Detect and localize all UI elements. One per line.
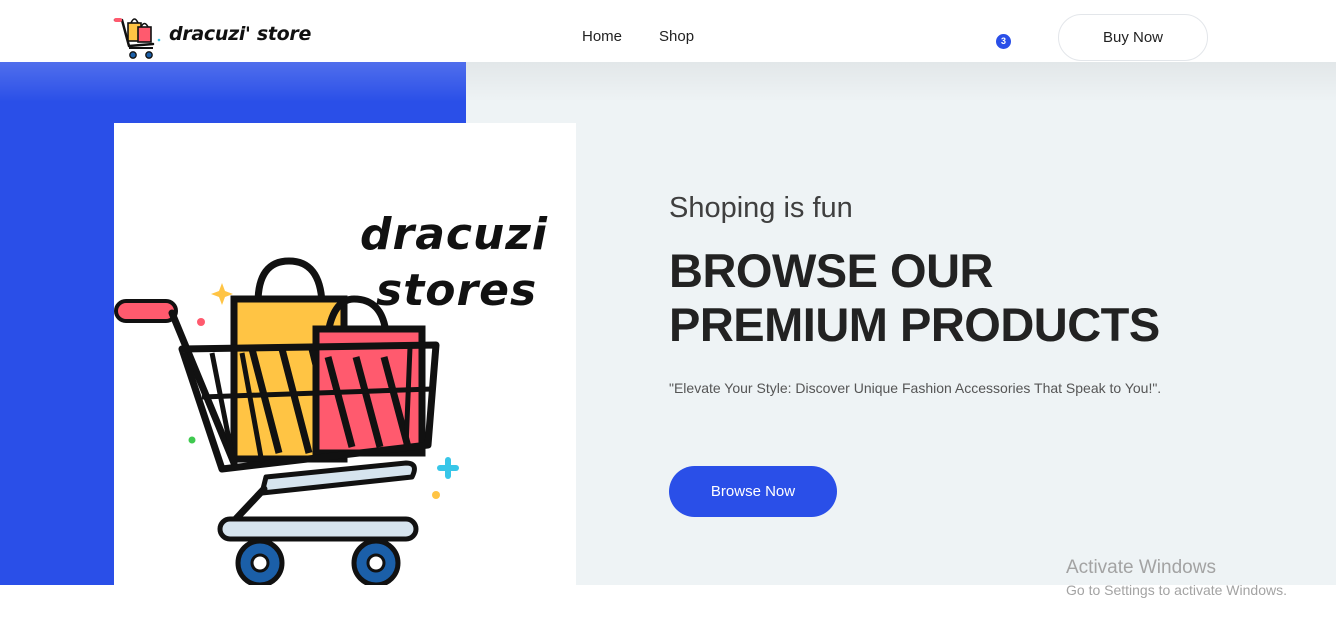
activate-windows-subtitle: Go to Settings to activate Windows. xyxy=(1066,582,1287,598)
page: dracuzi' store Home Shop 3 Buy Now dracu… xyxy=(0,0,1336,631)
activate-windows-title: Activate Windows xyxy=(1066,557,1216,578)
shopping-cart-logo-icon xyxy=(113,18,161,59)
hero-tagline: "Elevate Your Style: Discover Unique Fas… xyxy=(669,380,1162,396)
shopping-cart-illustration xyxy=(114,257,459,585)
hero-subtitle: Shoping is fun xyxy=(669,192,853,224)
accent-block-shadow xyxy=(0,62,466,102)
hero-headline-line-2: PREMIUM PRODUCTS xyxy=(669,298,1160,351)
cart-count-badge[interactable]: 3 xyxy=(996,34,1011,49)
hero-headline-line-1: BROWSE OUR xyxy=(669,244,993,297)
nav-link-shop[interactable]: Shop xyxy=(659,28,694,45)
image-brand-line-2: stores xyxy=(376,265,538,316)
browse-now-button[interactable]: Browse Now xyxy=(669,466,837,517)
main-nav: Home Shop xyxy=(582,28,731,45)
brand-logo[interactable]: dracuzi' store xyxy=(113,14,311,62)
sparkle-icon xyxy=(211,283,233,305)
hero-headline: BROWSE OUR PREMIUM PRODUCTS xyxy=(669,244,1160,352)
nav-link-home[interactable]: Home xyxy=(582,28,622,45)
image-brand-line-1: dracuzi xyxy=(360,209,548,260)
buy-now-button[interactable]: Buy Now xyxy=(1058,14,1208,61)
hero-image: dracuzi stores xyxy=(114,123,576,585)
brand-name: dracuzi' store xyxy=(169,23,312,45)
top-navbar: dracuzi' store Home Shop 3 Buy Now xyxy=(0,0,1336,62)
